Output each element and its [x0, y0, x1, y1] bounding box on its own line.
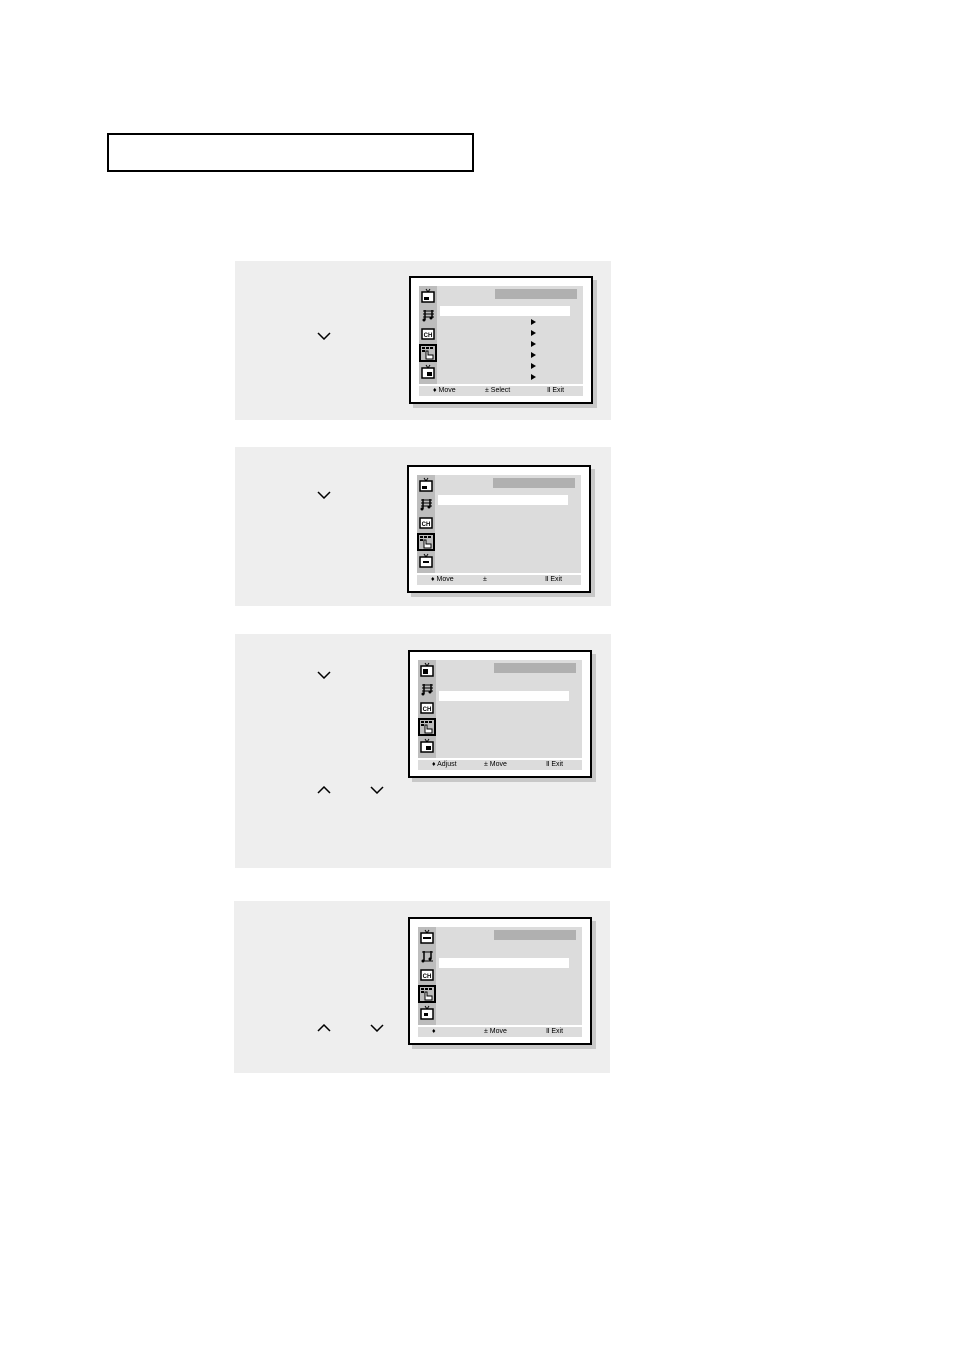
- chevron-down-icon: [370, 1024, 384, 1032]
- setup-hand-icon: [418, 985, 436, 1003]
- step-2-osd-screen: CH ♦ Move ± Ⅱ Exit: [407, 465, 591, 593]
- footer-exit-hint: Ⅱ Exit: [547, 387, 565, 394]
- osd-selected-row: [439, 691, 569, 701]
- osd-title-bar: [494, 663, 576, 673]
- footer-move-hint: ♦ Move: [433, 387, 456, 394]
- tv-pip-icon: [420, 364, 436, 380]
- tv-pip-icon: [419, 738, 435, 754]
- osd-title-bar: [494, 930, 576, 940]
- music-note-icon: [419, 948, 435, 964]
- osd-menu-area: CH: [418, 927, 582, 1025]
- svg-text:CH: CH: [423, 974, 432, 980]
- triangle-right-icon: [531, 330, 536, 336]
- footer-move-hint: ± Move: [484, 1028, 507, 1035]
- ch-icon: CH: [419, 967, 435, 983]
- tv-pip-icon: [418, 553, 434, 569]
- music-note-icon: [418, 496, 434, 512]
- ch-icon: CH: [418, 515, 434, 531]
- chevron-down-icon: [317, 671, 331, 679]
- tv-picture-icon: [420, 288, 436, 304]
- footer-exit-hint: Ⅱ Exit: [546, 761, 564, 768]
- osd-menu-area: CH: [418, 660, 582, 758]
- chevron-down-icon: [317, 332, 331, 340]
- osd-footer: ♦ Adjust ± Move Ⅱ Exit: [418, 760, 582, 770]
- footer-select-hint: ±: [483, 576, 487, 583]
- footer-exit-hint: Ⅱ Exit: [545, 576, 563, 583]
- tv-picture-icon: [419, 662, 435, 678]
- triangle-right-icon: [531, 319, 536, 325]
- ch-icon: CH: [420, 326, 436, 342]
- osd-selected-row: [438, 495, 568, 505]
- step-3-osd-screen: CH ♦ Adjust ± Move Ⅱ Exit: [408, 650, 592, 778]
- svg-text:CH: CH: [422, 522, 431, 528]
- step-1-osd-screen: CH ♦ Move ± Select Ⅱ Exit: [409, 276, 593, 404]
- svg-text:CH: CH: [423, 707, 432, 713]
- osd-menu-area: CH: [419, 286, 583, 384]
- triangle-right-icon: [531, 341, 536, 347]
- tv-pip-icon: [419, 1005, 435, 1021]
- osd-menu-area: CH: [417, 475, 581, 573]
- ch-icon: CH: [419, 700, 435, 716]
- setup-hand-icon: [419, 344, 437, 362]
- footer-updown-hint: ♦: [432, 1028, 436, 1035]
- osd-selected-row: [439, 958, 569, 968]
- osd-footer: ♦ Move ± Select Ⅱ Exit: [419, 386, 583, 396]
- tv-picture-icon: [418, 477, 434, 493]
- osd-footer: ♦ ± Move Ⅱ Exit: [418, 1027, 582, 1037]
- footer-select-hint: ± Select: [485, 387, 511, 394]
- chevron-down-icon: [370, 786, 384, 794]
- footer-adjust-hint: ♦ Adjust: [432, 761, 457, 768]
- music-note-icon: [420, 307, 436, 323]
- music-note-icon: [419, 681, 435, 697]
- section-title-box: [107, 133, 474, 172]
- osd-title-bar: [495, 289, 577, 299]
- footer-move-hint: ± Move: [484, 761, 507, 768]
- osd-footer: ♦ Move ± Ⅱ Exit: [417, 575, 581, 585]
- chevron-up-icon: [317, 1024, 331, 1032]
- footer-exit-hint: Ⅱ Exit: [546, 1028, 564, 1035]
- triangle-right-icon: [531, 352, 536, 358]
- tv-picture-icon: [419, 929, 435, 945]
- step-4-osd-screen: CH ♦ ± Move Ⅱ Exit: [408, 917, 592, 1045]
- chevron-down-icon: [317, 491, 331, 499]
- svg-text:CH: CH: [424, 333, 433, 339]
- setup-hand-icon: [418, 718, 436, 736]
- osd-title-bar: [493, 478, 575, 488]
- osd-selected-row: [440, 306, 570, 316]
- setup-hand-icon: [417, 533, 435, 551]
- chevron-up-icon: [317, 786, 331, 794]
- footer-move-hint: ♦ Move: [431, 576, 454, 583]
- triangle-right-icon: [531, 363, 536, 369]
- triangle-right-icon: [531, 374, 536, 380]
